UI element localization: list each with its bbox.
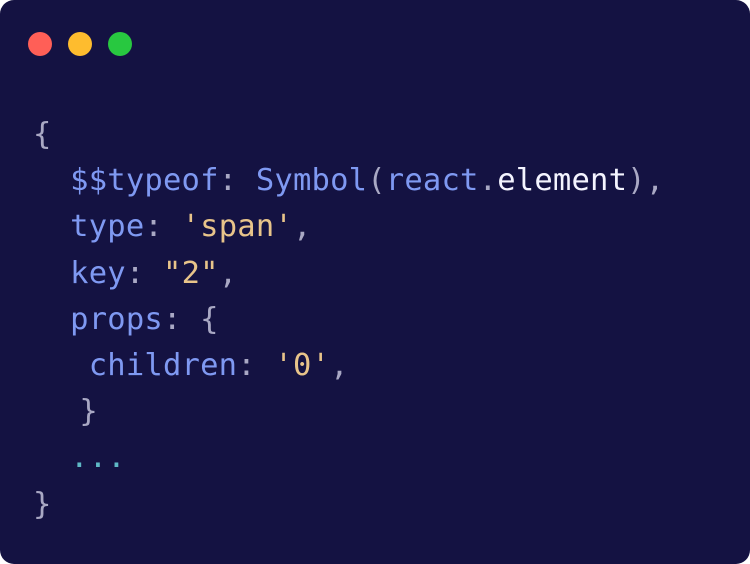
code-block: { $$typeof: Symbol(react.element), type:… <box>33 112 664 528</box>
code-line-6: children: '0', <box>33 343 664 389</box>
code-line-3: type: 'span', <box>33 204 664 250</box>
code-line-8: ... <box>33 435 664 481</box>
children-comma: , <box>330 347 349 383</box>
code-line-4: key: "2", <box>33 251 664 297</box>
code-line-7: } <box>33 389 664 435</box>
maximize-button[interactable] <box>108 32 132 56</box>
key-colon: : <box>125 255 145 291</box>
element-identifier: element <box>497 163 628 199</box>
open-brace: { <box>33 117 52 152</box>
type-colon: : <box>144 209 163 245</box>
close-brace: } <box>33 486 52 522</box>
code-line-9: } <box>33 482 664 528</box>
key-key: key <box>70 255 126 291</box>
minimize-button[interactable] <box>68 32 92 56</box>
ellipsis: ... <box>70 440 126 476</box>
code-line-1: { <box>33 112 664 158</box>
paren-open: ( <box>367 163 386 199</box>
props-close-brace: } <box>79 394 98 430</box>
code-line-5: props: { <box>33 297 664 343</box>
typeof-colon: : <box>218 163 238 199</box>
props-key: props <box>70 301 163 337</box>
typeof-key: $$typeof <box>70 163 219 199</box>
key-value: "2" <box>163 255 219 291</box>
type-value: 'span' <box>181 209 293 245</box>
type-key: type <box>70 209 145 245</box>
member-dot: . <box>478 163 498 199</box>
type-comma: , <box>292 209 312 245</box>
react-identifier: react <box>385 163 479 199</box>
children-colon: : <box>237 347 256 383</box>
props-colon: : <box>162 301 182 337</box>
props-open-brace: { <box>200 301 219 337</box>
close-button[interactable] <box>28 32 52 56</box>
paren-close-comma: ), <box>627 163 665 199</box>
code-line-2: $$typeof: Symbol(react.element), <box>33 158 664 204</box>
code-window: { $$typeof: Symbol(react.element), type:… <box>0 0 750 564</box>
window-controls <box>28 32 132 56</box>
key-comma: , <box>218 255 238 291</box>
children-key: children <box>88 347 238 383</box>
children-value: '0' <box>274 347 331 383</box>
symbol-function: Symbol <box>255 163 368 199</box>
